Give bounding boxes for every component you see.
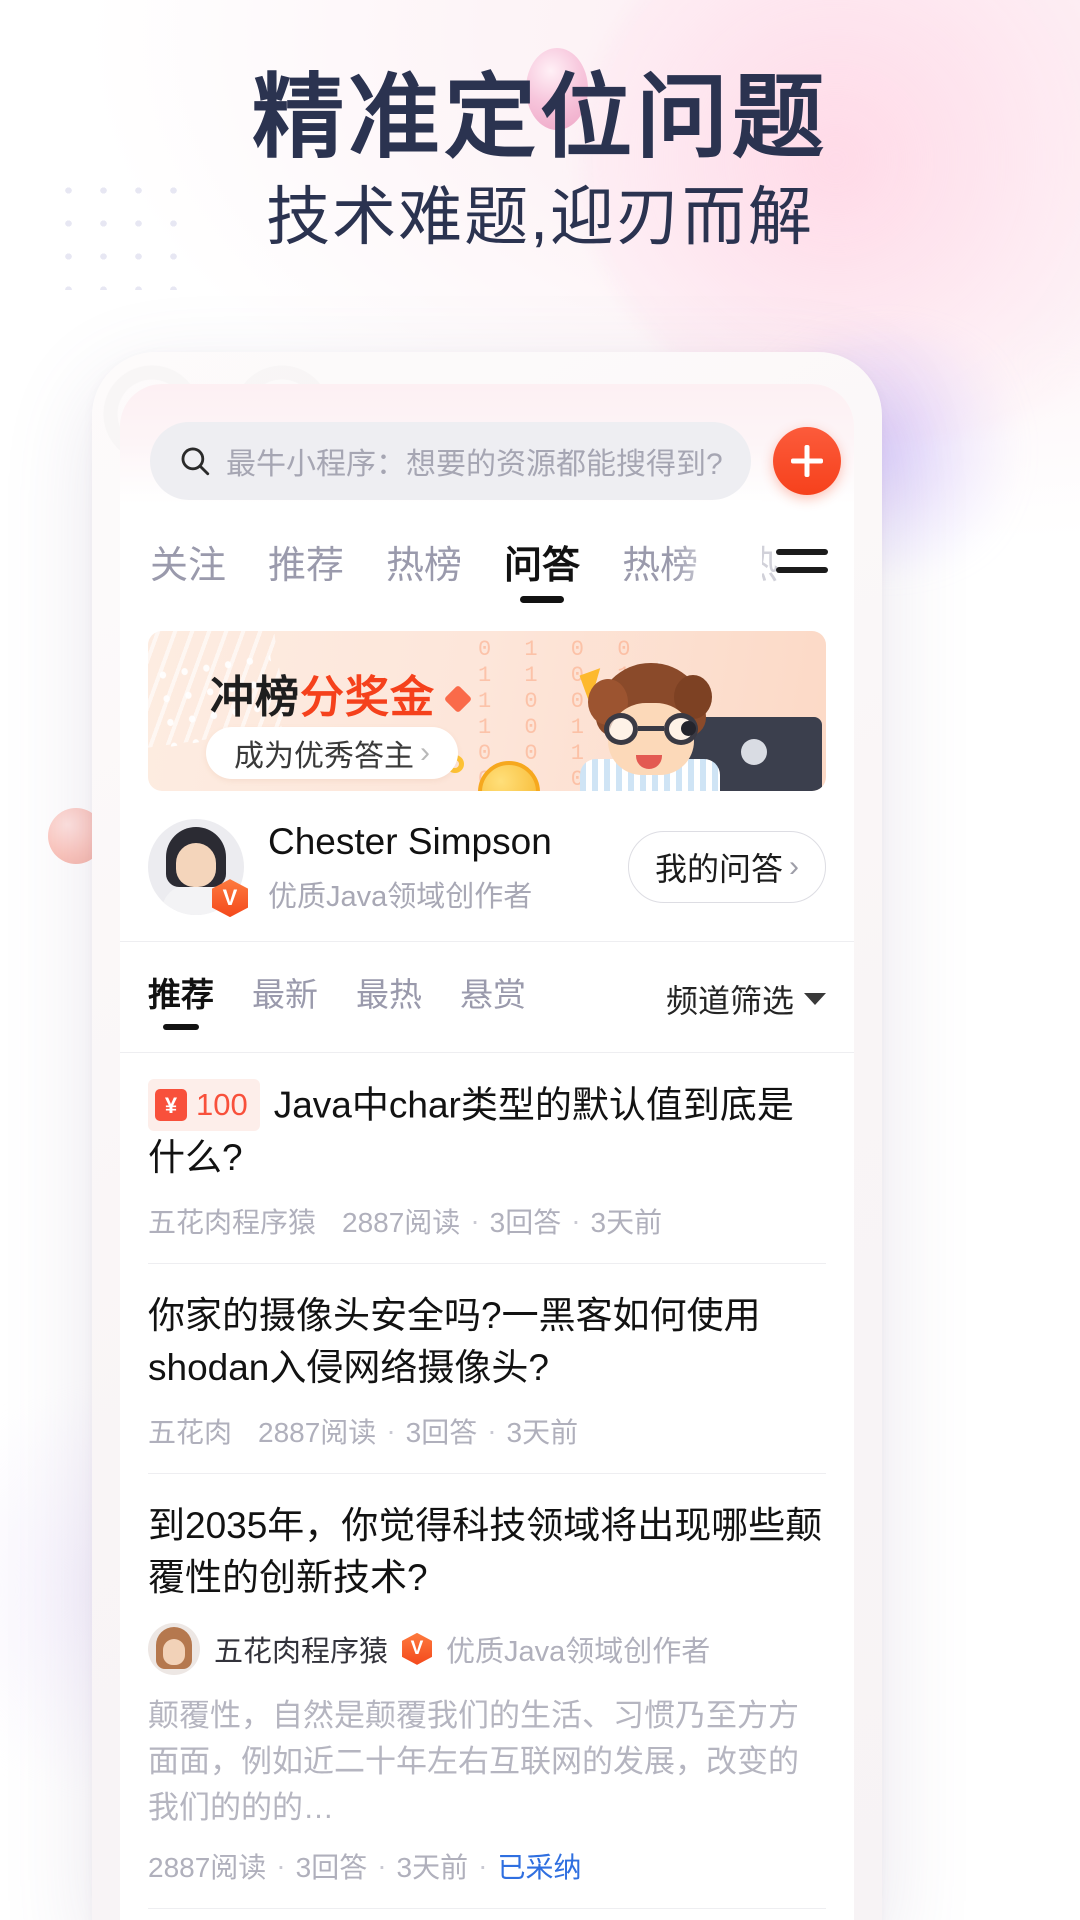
list-item[interactable]: ¥100 Java中char类型的默认值到底是什么? 五花肉程序猿 2887阅读 … — [148, 1053, 826, 1264]
chevron-right-icon: › — [420, 736, 430, 769]
bounty-promo-banner[interactable]: 0 1 0 0 1 1 0 1 1 0 0 1 1 0 1 1 0 0 1 0 … — [148, 631, 826, 791]
avatar[interactable]: V — [148, 819, 248, 918]
question-time: 3天前 — [396, 1852, 469, 1884]
channel-filter-label: 频道筛选 — [665, 983, 794, 1020]
phone-mockup: 最牛小程序：想要的资源都能搜得到? 关注 推荐 热榜 问答 热榜 热 0 1 0… — [92, 342, 882, 1920]
subtab-zuixin[interactable]: 最新 — [252, 968, 318, 1030]
question-reads: 2887阅读 — [258, 1416, 377, 1448]
verified-badge-icon: V — [402, 1632, 433, 1665]
banner-title: 冲榜分奖金 — [210, 661, 435, 725]
question-excerpt: 颠覆性，自然是颠覆我们的生活、习惯乃至方方面面，例如近二十年左右互联网的发展，改… — [148, 1697, 799, 1825]
question-meta: 2887阅读 · 3回答 · 3天前 · 已采纳 — [148, 1846, 826, 1886]
search-placeholder-text: 最牛小程序：想要的资源都能搜得到? — [226, 448, 723, 481]
banner-title-black: 冲榜 — [210, 673, 300, 722]
question-author-row[interactable]: 五花肉程序猿 V 优质Java领域创作者 — [148, 1622, 826, 1675]
channel-filter-dropdown[interactable]: 频道筛选 — [666, 976, 826, 1022]
tab-tuijian[interactable]: 推荐 — [268, 534, 344, 605]
question-title: 到2035年，你觉得科技领域将出现哪些颠覆性的创新技术? — [148, 1504, 823, 1599]
diamond-deco-icon — [443, 684, 473, 714]
yuan-icon: ¥ — [155, 1089, 187, 1122]
main-tab-bar: 关注 推荐 热榜 问答 热榜 热 — [120, 500, 854, 605]
character-eye — [681, 721, 696, 736]
bounty-amount: 100 — [196, 1087, 248, 1123]
banner-title-orange: 分奖金 — [300, 673, 435, 722]
chevron-down-icon — [804, 993, 826, 1006]
promo-headline-part1: 精准定位 — [251, 67, 636, 169]
bounty-badge: ¥100 — [148, 1079, 260, 1132]
list-item[interactable]: 你家的摄像头安全吗?一黑客如何使用shodan入侵网络摄像头? 五花肉 2887… — [148, 1264, 826, 1474]
question-title-row: ¥100 Java中char类型的默认值到底是什么? — [148, 1079, 826, 1184]
search-input[interactable]: 最牛小程序：想要的资源都能搜得到? — [150, 422, 751, 500]
question-author: 五花肉程序猿 — [214, 1635, 389, 1668]
question-author: 五花肉程序猿 — [148, 1206, 317, 1238]
banner-illustration — [556, 645, 826, 791]
sub-tab-bar: 推荐 最新 最热 悬赏 — [148, 968, 666, 1030]
banner-cta-label: 成为优秀答主 — [234, 740, 414, 773]
creator-meta: Chester Simpson 优质Java领域创作者 — [268, 819, 604, 915]
chevron-right-icon: › — [789, 850, 799, 884]
tab-rebang-2[interactable]: 热榜 — [622, 534, 698, 605]
question-meta: 五花肉 2887阅读 · 3回答 · 3天前 — [148, 1411, 826, 1451]
question-list: ¥100 Java中char类型的默认值到底是什么? 五花肉程序猿 2887阅读 … — [120, 1053, 854, 1910]
question-meta: 五花肉程序猿 2887阅读 · 3回答 · 3天前 — [148, 1201, 826, 1241]
tab-wenda[interactable]: 问答 — [504, 534, 580, 605]
question-answers: 3回答 — [489, 1206, 562, 1238]
phone-screen: 最牛小程序：想要的资源都能搜得到? 关注 推荐 热榜 问答 热榜 热 0 1 0… — [120, 384, 854, 1920]
list-item[interactable]: 到2035年，你觉得科技领域将出现哪些颠覆性的创新技术? 五花肉程序猿 V 优质… — [148, 1474, 826, 1910]
search-row: 最牛小程序：想要的资源都能搜得到? — [120, 384, 854, 500]
search-icon — [181, 447, 210, 476]
subtab-xuanshang[interactable]: 悬赏 — [460, 968, 526, 1030]
question-author: 五花肉 — [148, 1416, 233, 1448]
creator-name: Chester Simpson — [268, 821, 552, 862]
subtab-zuire[interactable]: 最热 — [356, 968, 422, 1030]
tab-re-partial[interactable]: 热 — [740, 534, 778, 605]
question-answers: 3回答 — [295, 1852, 368, 1884]
promo-subheadline: 技术难题,迎刃而解 — [266, 181, 814, 253]
promo-headline-block: 精准定位问题 技术难题,迎刃而解 — [0, 48, 1080, 253]
creator-tag: 优质Java领域创作者 — [268, 881, 533, 914]
promo-headline-accent: 问 — [635, 67, 732, 169]
status-badge: 已采纳 — [497, 1852, 582, 1884]
question-time: 3天前 — [590, 1206, 663, 1238]
promo-headline-part2: 题 — [732, 67, 829, 169]
hamburger-icon[interactable] — [776, 549, 828, 583]
become-top-answerer-button[interactable]: 成为优秀答主 › — [206, 727, 458, 779]
my-qa-button[interactable]: 我的问答 › — [627, 831, 826, 904]
tab-rebang-1[interactable]: 热榜 — [386, 534, 462, 605]
question-reads: 2887阅读 — [342, 1206, 461, 1238]
character-head — [588, 663, 712, 785]
question-time: 3天前 — [506, 1416, 579, 1448]
promo-headline: 精准定位问题 — [0, 72, 1080, 164]
question-author-tag: 优质Java领域创作者 — [446, 1635, 711, 1668]
question-reads: 2887阅读 — [148, 1852, 267, 1884]
avatar[interactable] — [148, 1622, 200, 1675]
my-qa-label: 我的问答 — [654, 851, 783, 888]
tab-guanzhu[interactable]: 关注 — [150, 534, 226, 605]
filter-row: 推荐 最新 最热 悬赏 频道筛选 — [120, 942, 854, 1052]
subtab-tuijian[interactable]: 推荐 — [148, 968, 214, 1030]
compose-button[interactable] — [772, 427, 841, 495]
question-title: 你家的摄像头安全吗?一黑客如何使用shodan入侵网络摄像头? — [148, 1294, 761, 1389]
creator-row[interactable]: V Chester Simpson 优质Java领域创作者 我的问答 › — [120, 791, 854, 941]
question-answers: 3回答 — [405, 1416, 478, 1448]
